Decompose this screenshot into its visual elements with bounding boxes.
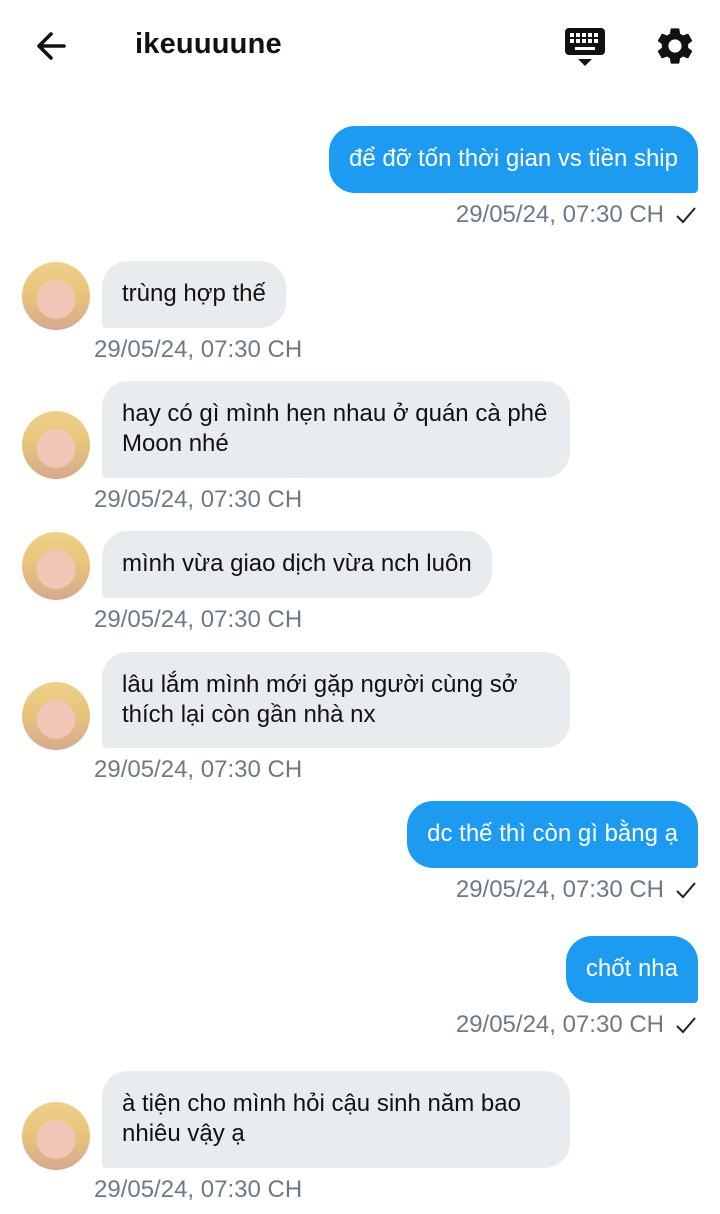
message-timestamp: 29/05/24, 07:30 CH	[456, 1011, 698, 1039]
message-incoming[interactable]: lâu lắm mình mới gặp người cùng sở thích…	[94, 652, 570, 784]
message-outgoing[interactable]: chốt nha 29/05/24, 07:30 CH	[456, 936, 698, 1039]
message-timestamp: 29/05/24, 07:30 CH	[94, 486, 303, 513]
message-bubble: để đỡ tốn thời gian vs tiền ship	[328, 126, 698, 193]
chat-title: ikeuuuune	[135, 28, 282, 60]
message-incoming[interactable]: trùng hợp thế 29/05/24, 07:30 CH	[94, 261, 302, 364]
message-timestamp: 29/05/24, 07:30 CH	[94, 756, 303, 783]
avatar[interactable]	[22, 532, 90, 600]
message-timestamp: 29/05/24, 07:30 CH	[94, 1176, 303, 1203]
avatar[interactable]	[22, 682, 90, 750]
message-timestamp: 29/05/24, 07:30 CH	[407, 876, 698, 904]
message-outgoing[interactable]: dc thế thì còn gì bằng ạ 29/05/24, 07:30…	[407, 801, 698, 904]
message-timestamp: 29/05/24, 07:30 CH	[329, 201, 698, 229]
message-timestamp: 29/05/24, 07:30 CH	[94, 336, 303, 363]
sent-check-icon	[676, 1017, 696, 1034]
keyboard-icon[interactable]	[562, 24, 608, 70]
chat-header: ikeuuuune	[0, 0, 720, 92]
sent-check-icon	[676, 207, 696, 224]
message-bubble: à tiện cho mình hỏi cậu sinh năm bao nhi…	[102, 1071, 570, 1168]
avatar[interactable]	[22, 262, 90, 330]
message-incoming[interactable]: mình vừa giao dịch vừa nch luôn 29/05/24…	[94, 531, 492, 634]
message-incoming[interactable]: hay có gì mình hẹn nhau ở quán cà phê Mo…	[94, 381, 570, 514]
message-bubble: lâu lắm mình mới gặp người cùng sở thích…	[102, 652, 570, 748]
back-arrow-icon[interactable]	[30, 26, 74, 66]
sent-check-icon	[676, 882, 696, 899]
avatar[interactable]	[22, 411, 90, 479]
timestamp-text: 29/05/24, 07:30 CH	[455, 201, 664, 228]
message-incoming[interactable]: à tiện cho mình hỏi cậu sinh năm bao nhi…	[94, 1071, 570, 1204]
settings-gear-icon[interactable]	[653, 24, 697, 68]
message-bubble: dc thế thì còn gì bằng ạ	[407, 801, 698, 868]
message-bubble: mình vừa giao dịch vừa nch luôn	[102, 531, 492, 598]
message-bubble: hay có gì mình hẹn nhau ở quán cà phê Mo…	[102, 381, 570, 478]
avatar[interactable]	[22, 1102, 90, 1170]
timestamp-text: 29/05/24, 07:30 CH	[455, 876, 664, 903]
timestamp-text: 29/05/24, 07:30 CH	[455, 1011, 664, 1038]
message-outgoing[interactable]: để đỡ tốn thời gian vs tiền ship 29/05/2…	[328, 126, 698, 229]
message-bubble: chốt nha	[565, 936, 698, 1003]
message-timestamp: 29/05/24, 07:30 CH	[94, 606, 303, 633]
message-bubble: trùng hợp thế	[102, 261, 286, 328]
